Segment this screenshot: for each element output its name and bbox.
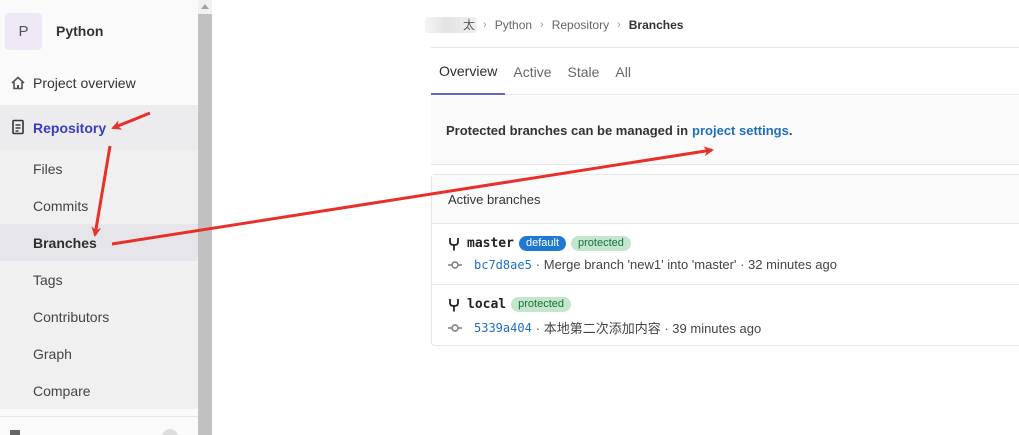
branch-row: local protected 5339a404 · 本地第二次添加内容 · 3… bbox=[432, 285, 1019, 346]
default-badge: default bbox=[518, 236, 566, 251]
sidebar-subitem-graph[interactable]: Graph bbox=[0, 335, 198, 372]
commit-icon bbox=[448, 323, 462, 332]
fork-icon bbox=[449, 237, 459, 250]
scroll-up-arrow-icon[interactable] bbox=[201, 4, 209, 9]
notice-text: Protected branches can be managed in bbox=[446, 122, 689, 138]
project-settings-link[interactable]: project settings bbox=[692, 123, 789, 138]
commit-message: · Merge branch 'new1' into 'master' · 32… bbox=[535, 257, 837, 272]
project-header[interactable]: P Python bbox=[5, 12, 103, 50]
main-content: 太 › Python › Repository › Branches Overv… bbox=[212, 0, 1019, 435]
sidebar-item-label: Repository bbox=[33, 119, 107, 136]
sidebar-subitem-files[interactable]: Files bbox=[0, 150, 198, 187]
sidebar-subitem-label: Compare bbox=[33, 382, 91, 399]
sidebar-scrollbar[interactable] bbox=[198, 0, 212, 435]
active-branches-panel: Active branches master default protected… bbox=[431, 174, 1019, 346]
tab-all[interactable]: All bbox=[607, 48, 639, 95]
commit-sha-link[interactable]: bc7d8ae5 bbox=[474, 258, 532, 272]
section-icon bbox=[10, 430, 20, 435]
count-badge bbox=[162, 429, 178, 435]
branch-name[interactable]: local bbox=[467, 297, 506, 312]
commit-message: · 本地第二次添加内容 · 39 minutes ago bbox=[535, 321, 762, 336]
sidebar-subitem-label: Tags bbox=[33, 271, 63, 288]
commit-icon bbox=[448, 260, 462, 269]
fork-icon bbox=[449, 298, 459, 311]
tab-active[interactable]: Active bbox=[505, 48, 559, 95]
sidebar-item-project-overview[interactable]: Project overview bbox=[0, 64, 198, 101]
breadcrumb-current[interactable]: Branches bbox=[629, 18, 684, 32]
sidebar-subitem-label: Graph bbox=[33, 345, 72, 362]
sidebar-content: P Python Project overview Repository Fil… bbox=[0, 0, 198, 435]
breadcrumb-section[interactable]: Repository bbox=[552, 18, 609, 32]
doc-icon bbox=[12, 119, 24, 135]
chevron-right-icon: › bbox=[540, 18, 544, 31]
sidebar-subitem-compare[interactable]: Compare bbox=[0, 372, 198, 409]
tab-overview[interactable]: Overview bbox=[431, 48, 506, 95]
sidebar-subitem-label: Files bbox=[33, 160, 63, 177]
branch-tabs: Overview Active Stale All bbox=[431, 47, 1019, 95]
sidebar-item-repository[interactable]: Repository bbox=[0, 105, 198, 150]
project-avatar[interactable]: P bbox=[5, 12, 42, 50]
protected-branches-notice: Protected branches can be managed in pro… bbox=[431, 96, 1019, 165]
branch-name[interactable]: master bbox=[467, 236, 514, 251]
protected-badge: protected bbox=[511, 297, 572, 312]
breadcrumb: 太 › Python › Repository › Branches bbox=[425, 16, 683, 33]
tab-stale[interactable]: Stale bbox=[559, 48, 607, 95]
sidebar-subitem-tags[interactable]: Tags bbox=[0, 261, 198, 298]
chevron-right-icon: › bbox=[483, 18, 487, 31]
protected-badge: protected bbox=[571, 236, 631, 251]
sidebar-next-section[interactable] bbox=[0, 416, 198, 435]
panel-title: Active branches bbox=[432, 175, 1019, 224]
breadcrumb-owner[interactable]: 太 bbox=[463, 16, 475, 33]
sidebar: P Python Project overview Repository Fil… bbox=[0, 0, 212, 435]
commit-sha-link[interactable]: 5339a404 bbox=[474, 321, 532, 335]
sidebar-subitem-contributors[interactable]: Contributors bbox=[0, 298, 198, 335]
sidebar-subitem-label: Branches bbox=[33, 234, 97, 251]
sidebar-subitem-commits[interactable]: Commits bbox=[0, 187, 198, 224]
sidebar-item-label: Project overview bbox=[33, 74, 136, 91]
sidebar-subitem-branches[interactable]: Branches bbox=[0, 224, 198, 261]
branch-row: master default protected bc7d8ae5 · Merg… bbox=[432, 224, 1019, 285]
home-icon bbox=[11, 76, 25, 90]
scrollbar-thumb[interactable] bbox=[198, 14, 212, 435]
breadcrumb-project[interactable]: Python bbox=[495, 18, 532, 32]
chevron-right-icon: › bbox=[617, 18, 621, 31]
sidebar-subitem-label: Commits bbox=[33, 197, 89, 214]
notice-tail: . bbox=[788, 122, 793, 138]
sidebar-subitem-label: Contributors bbox=[33, 308, 110, 325]
project-name[interactable]: Python bbox=[56, 23, 103, 39]
